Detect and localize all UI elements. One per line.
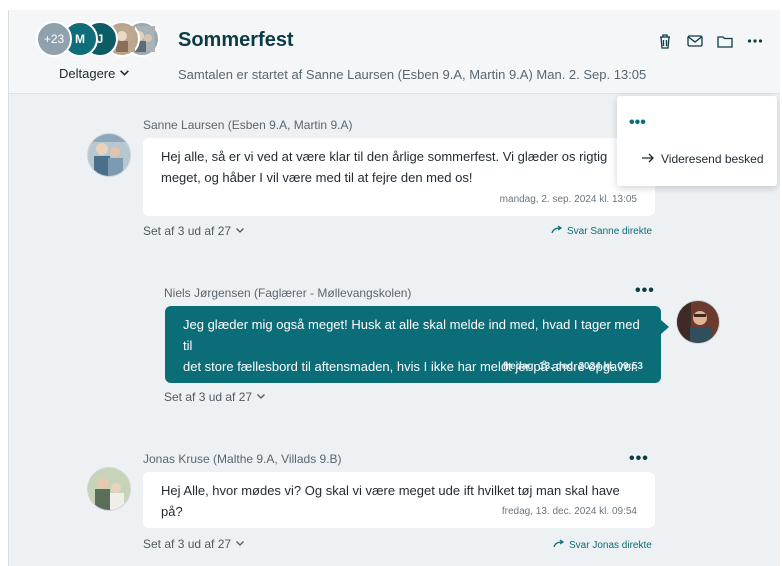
reply-arrow-icon	[553, 539, 565, 552]
conversation-header: J M +23 Deltagere Sommerfest Samtalen er…	[9, 10, 780, 94]
message-sender: Sanne Laursen (Esben 9.A, Martin 9.A)	[143, 118, 353, 132]
reply-arrow-icon	[551, 225, 563, 238]
more-icon[interactable]	[746, 32, 764, 50]
message-timestamp: fredag, 13. dec. 2024 kl. 09:53	[502, 361, 643, 372]
seen-by-label: Set af 3 ud af 27	[143, 537, 232, 551]
message-sender: Jonas Kruse (Malthe 9.A, Villads 9.B)	[143, 452, 342, 466]
message-text-line: Jeg glæder mig også meget! Husk at alle …	[183, 317, 640, 353]
participant-avatars[interactable]: J M +23	[36, 21, 166, 59]
message-bubble: Hej Alle, hvor mødes vi? Og skal vi være…	[143, 472, 655, 528]
message-actions-popup: ••• Videresend besked	[617, 96, 777, 186]
seen-by-label: Set af 3 ud af 27	[164, 390, 253, 404]
avatar	[87, 467, 131, 511]
more-icon[interactable]: •••	[629, 115, 646, 131]
arrow-right-icon	[641, 152, 655, 166]
forward-message-label: Videresend besked	[661, 152, 764, 166]
trash-icon[interactable]	[656, 32, 674, 50]
seen-by-dropdown[interactable]: Set af 3 ud af 27	[143, 537, 245, 551]
message-text-line: Hej alle, så er vi ved at være klar til …	[161, 149, 608, 164]
chevron-down-icon	[256, 390, 266, 404]
seen-by-dropdown[interactable]: Set af 3 ud af 27	[164, 390, 266, 404]
conversation-subtitle: Samtalen er startet af Sanne Laursen (Es…	[178, 67, 647, 82]
message-more-icon[interactable]: •••	[629, 451, 649, 467]
participants-label: Deltagere	[59, 66, 116, 81]
message-bubble: Hej alle, så er vi ved at være klar til …	[143, 138, 655, 216]
reply-direct-link[interactable]: Svar Sanne direkte	[551, 225, 652, 238]
chevron-down-icon	[235, 537, 245, 551]
seen-by-dropdown[interactable]: Set af 3 ud af 27	[143, 224, 245, 238]
header-actions	[656, 32, 764, 50]
forward-message-menu-item[interactable]: Videresend besked	[641, 152, 764, 166]
message-sender: Niels Jørgensen (Faglærer - Møllevangsko…	[164, 286, 412, 300]
message-timestamp: mandag, 2. sep. 2024 kl. 13:05	[499, 194, 637, 205]
chevron-down-icon	[119, 66, 130, 81]
avatar	[87, 133, 131, 177]
reply-direct-label: Svar Sanne direkte	[567, 226, 653, 237]
reply-direct-label: Svar Jonas direkte	[569, 540, 652, 551]
seen-by-label: Set af 3 ud af 27	[143, 224, 232, 238]
conversation-title: Sommerfest	[178, 29, 294, 51]
folder-icon[interactable]	[716, 32, 734, 50]
message-text-line: meget, og håber I vil være med til at fe…	[161, 170, 473, 185]
reply-direct-link[interactable]: Svar Jonas direkte	[553, 539, 652, 552]
message-more-icon[interactable]: •••	[635, 283, 655, 299]
mail-icon[interactable]	[686, 32, 704, 50]
conversation-panel: J M +23 Deltagere Sommerfest Samtalen er…	[8, 10, 780, 566]
chevron-down-icon	[235, 224, 245, 238]
participant-count-badge: +23	[36, 21, 72, 57]
message-timestamp: fredag, 13. dec. 2024 kl. 09:54	[501, 506, 637, 517]
message-bubble-own: Jeg glæder mig også meget! Husk at alle …	[165, 306, 669, 383]
avatar	[676, 300, 720, 344]
participants-dropdown[interactable]: Deltagere	[59, 66, 130, 81]
